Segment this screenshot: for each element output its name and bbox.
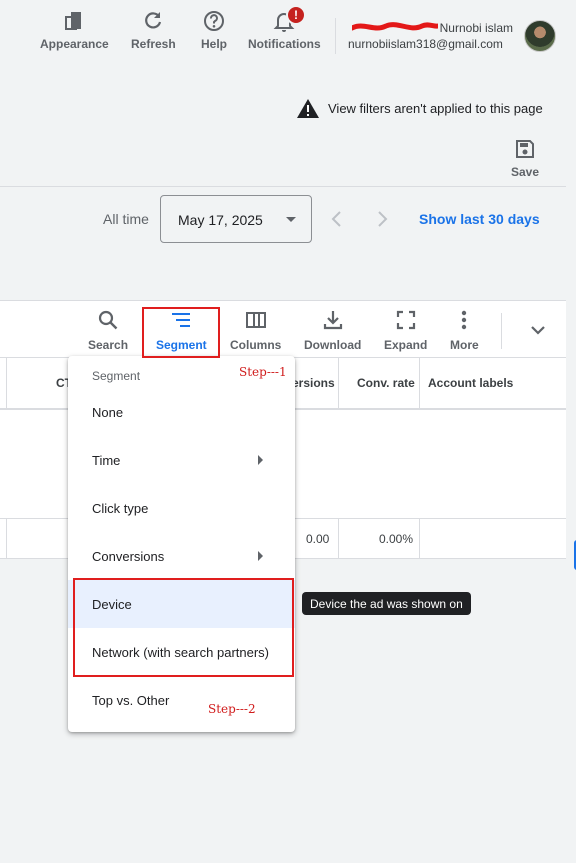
segment-option-top-vs-other[interactable]: Top vs. Other (68, 676, 295, 724)
step1-highlight-box (142, 307, 220, 358)
refresh-label: Refresh (131, 37, 176, 51)
submenu-arrow-icon (258, 455, 263, 465)
divider (0, 186, 566, 187)
expand-label: Expand (384, 338, 428, 352)
step2-highlight-box (73, 578, 294, 677)
column-divider (338, 519, 339, 559)
dropdown-caret-icon (286, 217, 296, 222)
notifications-button[interactable]: Notifications (248, 8, 321, 51)
collapse-toolbar-button[interactable] (528, 320, 548, 340)
column-divider (338, 357, 339, 409)
filter-notice-text: View filters aren't applied to this page (328, 101, 543, 116)
avatar[interactable] (524, 20, 556, 52)
column-divider (6, 357, 7, 409)
expand-button[interactable]: Expand (384, 308, 427, 352)
column-divider (419, 519, 420, 559)
step2-annotation: Step---2 (208, 702, 256, 716)
segment-option-click-type[interactable]: Click type (68, 484, 295, 532)
notification-badge: ! (286, 5, 306, 25)
total-conversions-cell: 0.00 (306, 532, 330, 546)
column-header-account-labels[interactable]: Account labels (428, 376, 513, 390)
expand-icon (394, 308, 418, 332)
help-icon (201, 8, 227, 34)
column-header-conv-rate[interactable]: Conv. rate (357, 376, 415, 390)
download-icon (321, 308, 345, 332)
all-time-label: All time (103, 211, 149, 227)
download-label: Download (304, 338, 362, 352)
segment-option-conversions[interactable]: Conversions (68, 532, 295, 580)
refresh-icon (140, 8, 166, 34)
columns-label: Columns (230, 338, 282, 352)
date-range-picker[interactable]: May 17, 2025 (160, 195, 312, 243)
show-last-30-days-link[interactable]: Show last 30 days (419, 211, 540, 227)
previous-period-button[interactable] (326, 208, 346, 230)
more-label: More (450, 338, 479, 352)
appearance-icon (61, 8, 87, 34)
search-label: Search (88, 338, 129, 352)
segment-option-time[interactable]: Time (68, 436, 295, 484)
toolbar-divider (501, 313, 502, 349)
search-icon (96, 308, 120, 332)
chevron-right-icon (378, 211, 388, 227)
chevron-down-icon (531, 326, 545, 335)
redaction-scribble (352, 22, 438, 31)
warning-icon (297, 99, 319, 118)
option-label: Top vs. Other (92, 692, 170, 708)
help-button[interactable]: Help (201, 8, 227, 51)
chevron-left-icon (331, 211, 341, 227)
more-vert-icon (452, 308, 476, 332)
columns-button[interactable]: Columns (230, 308, 281, 352)
user-email: nurnobiislam318@gmail.com (348, 37, 503, 51)
total-conv-rate-cell: 0.00% (379, 532, 414, 546)
filter-notice: View filters aren't applied to this page (296, 98, 543, 119)
device-tooltip: Device the ad was shown on (302, 592, 471, 615)
header-divider (335, 18, 336, 54)
column-divider (419, 357, 420, 409)
step1-annotation: Step---1 (239, 365, 287, 379)
submenu-arrow-icon (258, 551, 263, 561)
segment-menu-header: Segment (92, 369, 141, 383)
user-name: Nurnobi islam (439, 21, 513, 35)
option-label: Conversions (92, 548, 165, 564)
column-divider (6, 519, 7, 559)
appearance-label: Appearance (40, 37, 109, 51)
search-button[interactable]: Search (88, 308, 128, 352)
columns-icon (244, 308, 268, 332)
option-label: Time (92, 452, 121, 468)
save-button[interactable]: Save (511, 138, 539, 179)
download-button[interactable]: Download (304, 308, 361, 352)
more-button[interactable]: More (450, 308, 479, 352)
segment-option-none[interactable]: None (68, 388, 295, 436)
refresh-button[interactable]: Refresh (131, 8, 176, 51)
column-header-conversions[interactable]: ersions (292, 376, 335, 390)
notifications-label: Notifications (248, 37, 321, 51)
help-label: Help (201, 37, 228, 51)
option-label: Click type (92, 500, 149, 516)
next-period-button[interactable] (373, 208, 393, 230)
save-label: Save (511, 165, 540, 179)
date-value: May 17, 2025 (178, 212, 263, 228)
save-icon (516, 140, 535, 158)
option-label: None (92, 404, 124, 420)
appearance-button[interactable]: Appearance (40, 8, 109, 51)
